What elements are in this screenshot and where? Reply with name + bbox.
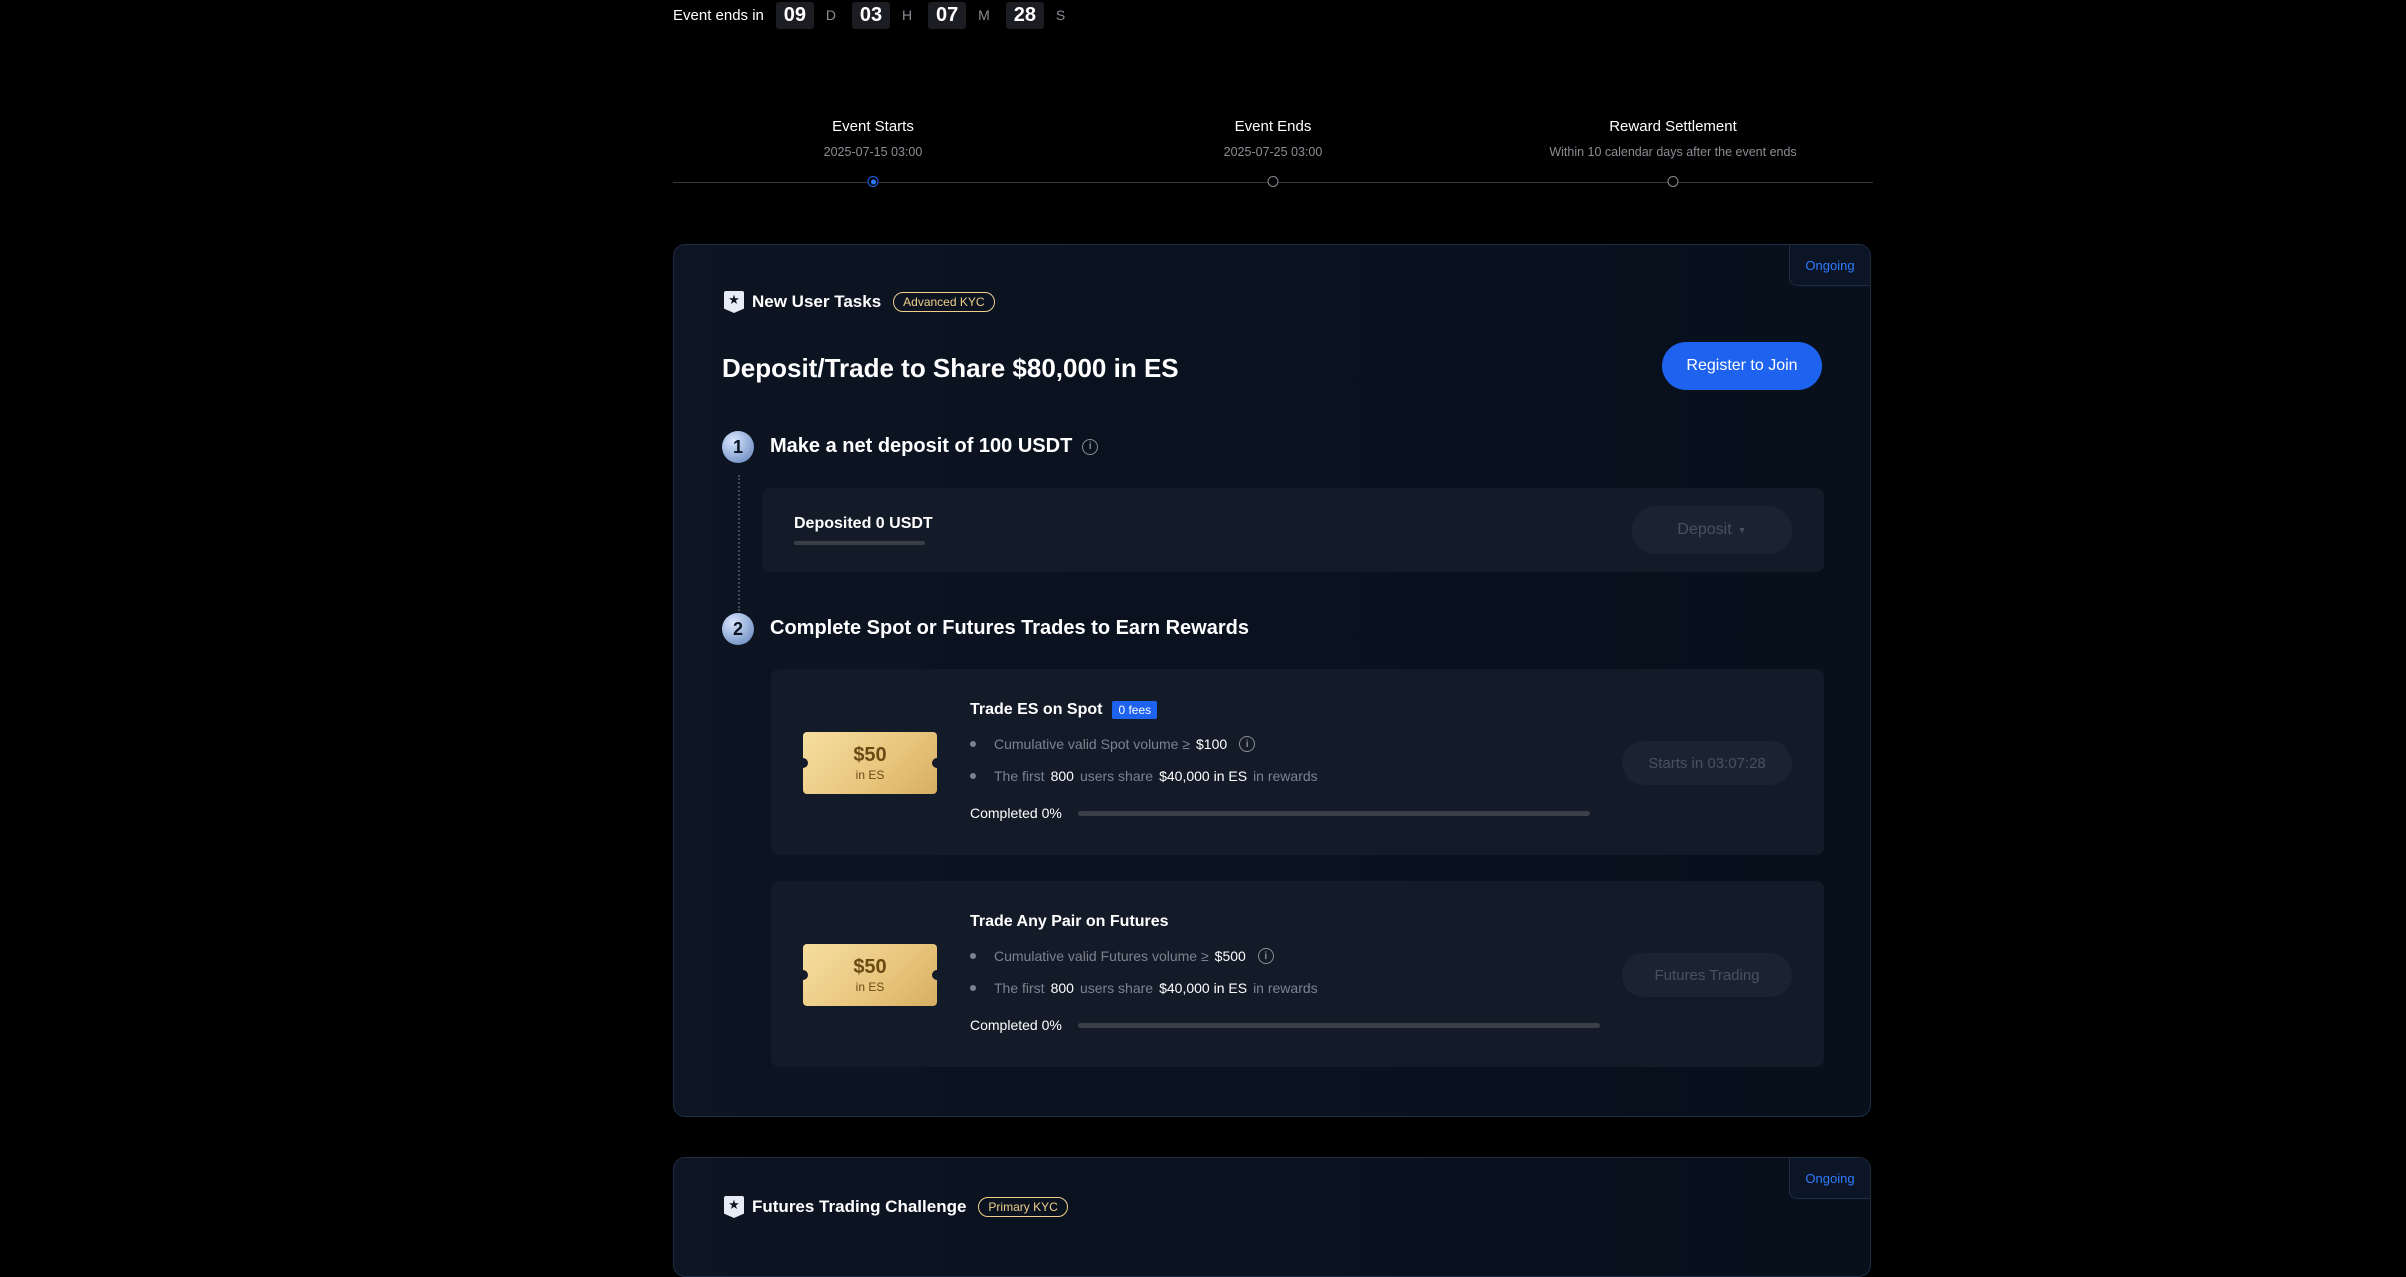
task-header: ★ New User Tasks Advanced KYC: [724, 291, 995, 313]
reward-text: in rewards: [1253, 980, 1318, 996]
spot-requirement: Cumulative valid Spot volume ≥ $100 i: [970, 736, 1256, 752]
ticket-amount: $50: [853, 956, 887, 978]
timeline-dot: [1667, 176, 1679, 187]
requirement-value: $100: [1196, 736, 1228, 752]
register-button[interactable]: Register to Join: [1662, 342, 1822, 390]
info-icon[interactable]: i: [1257, 948, 1274, 964]
reward-amount: $40,000 in ES: [1159, 980, 1248, 996]
requirement-text: Cumulative valid Spot volume ≥: [994, 736, 1190, 752]
step-number: 1: [722, 431, 754, 463]
futures-reward-desc: The first 800 users share $40,000 in ES …: [970, 980, 1318, 996]
countdown-days: 09: [775, 1, 814, 29]
reward-text: users share: [1079, 768, 1154, 784]
timeline-step-title: Event Starts: [832, 118, 914, 135]
step2-title: Complete Spot or Futures Trades to Earn …: [770, 617, 1249, 640]
reward-amount: $40,000 in ES: [1159, 768, 1248, 784]
spot-reward-desc: The first 800 users share $40,000 in ES …: [970, 768, 1318, 784]
countdown-label: Event ends in: [673, 6, 764, 24]
timeline-step-title: Event Ends: [1234, 118, 1312, 135]
deposit-progress-bar: [794, 541, 925, 545]
event-countdown: Event ends in 09 D 03 H 07 M 28 S: [673, 0, 1073, 30]
spot-task-title-text: Trade ES on Spot: [970, 701, 1103, 718]
reward-users: 800: [1050, 980, 1074, 996]
timeline-step-end: Event Ends 2025-07-25 03:00: [1123, 118, 1423, 159]
deposit-button-label: Deposit: [1677, 521, 1732, 538]
task-name: New User Tasks: [752, 292, 882, 311]
completion-label: Completed 0%: [970, 805, 1062, 821]
futures-trading-button[interactable]: Futures Trading: [1622, 953, 1792, 997]
step-connector: [738, 475, 740, 611]
kyc-badge: Advanced KYC: [893, 292, 995, 312]
step1-title: Make a net deposit of 100 USDT i: [770, 435, 1099, 458]
countdown-days-unit: D: [825, 7, 837, 23]
status-badge: Ongoing: [1789, 1158, 1870, 1199]
countdown-hours: 03: [852, 1, 891, 29]
spot-task-panel: $50 in ES Trade ES on Spot 0 fees Cumula…: [771, 669, 1824, 855]
timeline-dot: [1267, 176, 1279, 187]
star-ribbon-icon: ★: [724, 1196, 744, 1218]
kyc-badge: Primary KYC: [978, 1197, 1068, 1217]
completion-label: Completed 0%: [970, 1017, 1062, 1033]
step-number: 2: [722, 613, 754, 645]
timeline-step-date: Within 10 calendar days after the event …: [1549, 145, 1797, 159]
futures-task-title-text: Trade Any Pair on Futures: [970, 913, 1169, 930]
futures-task-title: Trade Any Pair on Futures: [970, 913, 1169, 931]
futures-completion: Completed 0%: [970, 1017, 1600, 1033]
info-icon[interactable]: i: [1239, 736, 1256, 752]
card-title: Deposit/Trade to Share $80,000 in ES: [722, 353, 1179, 383]
timeline-step-start: Event Starts 2025-07-15 03:00: [723, 118, 1023, 159]
reward-ticket: $50 in ES: [798, 732, 942, 794]
starts-in-button[interactable]: Starts in 03:07:28: [1622, 741, 1792, 785]
futures-trading-challenge-card: Ongoing ★ Futures Trading Challenge Prim…: [673, 1157, 1871, 1277]
star-ribbon-icon: ★: [724, 291, 744, 313]
ticket-unit: in ES: [855, 980, 885, 994]
countdown-minutes: 07: [928, 1, 967, 29]
spot-task-title: Trade ES on Spot 0 fees: [970, 701, 1158, 719]
completion-progress-bar: [1077, 810, 1590, 816]
completion-progress-bar: [1077, 1022, 1600, 1028]
timeline-step-title: Reward Settlement: [1609, 118, 1737, 135]
event-timeline: Event Starts 2025-07-15 03:00 Event Ends…: [673, 118, 1873, 198]
new-user-tasks-card: Ongoing ★ New User Tasks Advanced KYC De…: [673, 244, 1871, 1117]
futures-task-panel: $50 in ES Trade Any Pair on Futures Cumu…: [771, 881, 1824, 1067]
reward-text: in rewards: [1253, 768, 1318, 784]
timeline-step-date: 2025-07-25 03:00: [1223, 145, 1323, 159]
caret-down-icon: ▼: [1737, 525, 1747, 535]
deposited-amount: Deposited 0 USDT: [794, 515, 933, 532]
futures-requirement: Cumulative valid Futures volume ≥ $500 i: [970, 948, 1274, 964]
task-header: ★ Futures Trading Challenge Primary KYC: [724, 1196, 1068, 1218]
reward-text: users share: [1079, 980, 1154, 996]
reward-ticket: $50 in ES: [798, 944, 942, 1006]
requirement-text: Cumulative valid Futures volume ≥: [994, 948, 1209, 964]
ticket-unit: in ES: [855, 768, 885, 782]
reward-text: The first: [994, 980, 1045, 996]
countdown-seconds: 28: [1005, 1, 1044, 29]
timeline-dot-active: [867, 176, 879, 187]
requirement-value: $500: [1214, 948, 1246, 964]
status-badge: Ongoing: [1789, 245, 1870, 286]
timeline-step-settlement: Reward Settlement Within 10 calendar day…: [1523, 118, 1823, 159]
step1-title-text: Make a net deposit of 100 USDT: [770, 435, 1073, 457]
reward-text: The first: [994, 768, 1045, 784]
ticket-amount: $50: [853, 744, 887, 766]
countdown-seconds-unit: S: [1055, 7, 1066, 23]
countdown-hours-unit: H: [902, 7, 913, 23]
reward-users: 800: [1050, 768, 1074, 784]
timeline-step-date: 2025-07-15 03:00: [823, 145, 923, 159]
info-icon[interactable]: i: [1082, 438, 1099, 455]
countdown-minutes-unit: M: [978, 7, 990, 23]
deposit-button[interactable]: Deposit ▼: [1632, 506, 1792, 554]
task-name: Futures Trading Challenge: [752, 1197, 967, 1216]
spot-completion: Completed 0%: [970, 805, 1590, 821]
deposit-panel: Deposited 0 USDT Deposit ▼: [762, 488, 1824, 572]
step2-title-text: Complete Spot or Futures Trades to Earn …: [770, 617, 1249, 639]
fee-badge: 0 fees: [1112, 701, 1158, 719]
